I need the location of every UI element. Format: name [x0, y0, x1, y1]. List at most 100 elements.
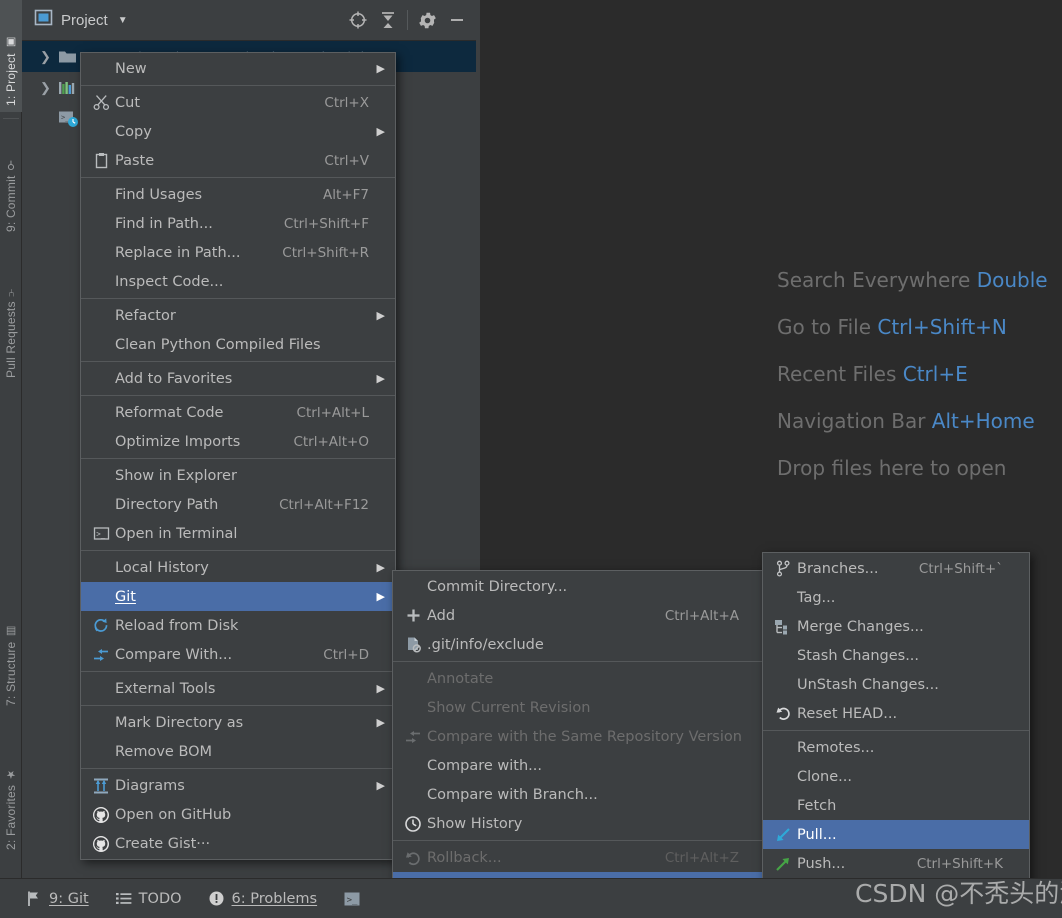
- menu-item-label: Clean Python Compiled Files: [115, 336, 321, 353]
- menu-item-paste[interactable]: Paste Ctrl+V: [81, 146, 395, 175]
- status-bar-label: TODO: [138, 890, 182, 907]
- menu-item-directory-path[interactable]: Directory Path Ctrl+Alt+F12: [81, 490, 395, 519]
- menu-item-remove-bom[interactable]: Remove BOM: [81, 737, 395, 766]
- menu-item-show-history[interactable]: Show History: [393, 809, 765, 838]
- menu-item-fetch[interactable]: Fetch: [763, 791, 1029, 820]
- status-bar-item-terminal[interactable]: >_: [343, 890, 362, 908]
- hint-key: Double: [976, 268, 1048, 292]
- menu-item-find-in-path[interactable]: Find in Path... Ctrl+Shift+F: [81, 209, 395, 238]
- menu-item-label: Stash Changes...: [797, 647, 920, 664]
- menu-item-remotes[interactable]: Remotes...: [763, 733, 1029, 762]
- sidebar-item-pull-requests[interactable]: Pull Requests ⑂: [0, 262, 22, 384]
- hint-label: Recent Files: [777, 362, 897, 386]
- menu-item-compare-with[interactable]: Compare With... Ctrl+D: [81, 640, 395, 669]
- menu-item-optimize-imports[interactable]: Optimize Imports Ctrl+Alt+O: [81, 427, 395, 456]
- menu-item-pull[interactable]: Pull...: [763, 820, 1029, 849]
- menu-item-accelerator: Ctrl+D: [323, 646, 369, 663]
- menu-item-label: Remotes...: [797, 739, 875, 756]
- tool-window-strip: 1: Project ▣ 9: Commit ⚲ Pull Requests ⑂…: [0, 0, 22, 918]
- menu-item-label: Copy: [115, 123, 152, 140]
- chevron-down-icon[interactable]: ▼: [118, 15, 128, 26]
- status-bar-item-git[interactable]: 9: Git: [26, 890, 89, 907]
- status-bar-item-todo[interactable]: TODO: [115, 890, 182, 907]
- chevron-right-icon[interactable]: ❯: [40, 80, 58, 96]
- menu-item-compare-with-dialog[interactable]: Compare with...: [393, 751, 765, 780]
- gear-icon[interactable]: [412, 5, 442, 35]
- menu-item-reformat-code[interactable]: Reformat Code Ctrl+Alt+L: [81, 398, 395, 427]
- menu-item-label: Compare with Branch...: [427, 786, 598, 803]
- menu-separator: [81, 458, 395, 459]
- menu-item-open-in-terminal[interactable]: >_ Open in Terminal: [81, 519, 395, 548]
- menu-item-diagrams[interactable]: Diagrams ▶: [81, 771, 395, 800]
- menu-separator: [81, 395, 395, 396]
- sidebar-item-project[interactable]: 1: Project ▣: [0, 0, 22, 112]
- submenu-arrow-icon: ▶: [376, 779, 385, 792]
- menu-item-label: Pull...: [797, 826, 837, 843]
- menu-item-inspect-code[interactable]: Inspect Code...: [81, 267, 395, 296]
- menu-item-label: Reload from Disk: [115, 617, 239, 634]
- menu-item-clean-python-compiled-files[interactable]: Clean Python Compiled Files: [81, 330, 395, 359]
- menu-item-copy[interactable]: Copy ▶: [81, 117, 395, 146]
- menu-item-unstash-changes[interactable]: UnStash Changes...: [763, 670, 1029, 699]
- scratches-icon: >_: [58, 110, 82, 128]
- menu-item-label: Find in Path...: [115, 215, 213, 232]
- menu-item-accelerator: Ctrl+Alt+L: [296, 404, 369, 421]
- menu-item-refactor[interactable]: Refactor ▶: [81, 301, 395, 330]
- menu-item-label: Compare With...: [115, 646, 233, 663]
- sidebar-item-favorites[interactable]: 2: Favorites ★: [0, 740, 22, 856]
- menu-item-external-tools[interactable]: External Tools ▶: [81, 674, 395, 703]
- menu-item-reload-from-disk[interactable]: Reload from Disk: [81, 611, 395, 640]
- menu-item-label: Open on GitHub: [115, 806, 232, 823]
- menu-item-compare-with-branch[interactable]: Compare with Branch...: [393, 780, 765, 809]
- menu-item-add-to-favorites[interactable]: Add to Favorites ▶: [81, 364, 395, 393]
- menu-item-merge-changes[interactable]: Merge Changes...: [763, 612, 1029, 641]
- menu-item-add[interactable]: Add Ctrl+Alt+A: [393, 601, 765, 630]
- chevron-right-icon[interactable]: ❯: [40, 49, 58, 65]
- menu-separator: [81, 671, 395, 672]
- submenu-arrow-icon: ▶: [376, 716, 385, 729]
- menu-item-mark-directory-as[interactable]: Mark Directory as ▶: [81, 708, 395, 737]
- menu-item-label: Clone...: [797, 768, 852, 785]
- menu-item-label: Merge Changes...: [797, 618, 924, 635]
- sidebar-item-commit[interactable]: 9: Commit ⚲: [0, 126, 22, 238]
- menu-item-label: Commit Directory...: [427, 578, 568, 595]
- menu-item-commit-directory[interactable]: Commit Directory...: [393, 572, 765, 601]
- menu-item-accelerator: Ctrl+Alt+F12: [279, 496, 369, 513]
- menu-item-local-history[interactable]: Local History ▶: [81, 553, 395, 582]
- menu-item-push[interactable]: Push... Ctrl+Shift+K: [763, 849, 1029, 878]
- reload-icon: [87, 617, 115, 635]
- collapse-all-icon[interactable]: [373, 5, 403, 35]
- menu-item-find-usages[interactable]: Find Usages Alt+F7: [81, 180, 395, 209]
- menu-item-label: Directory Path: [115, 496, 219, 513]
- menu-item-git[interactable]: Git ▶: [81, 582, 395, 611]
- menu-item-label: Branches...: [797, 560, 879, 577]
- submenu-arrow-icon: ▶: [376, 125, 385, 138]
- menu-item-clone[interactable]: Clone...: [763, 762, 1029, 791]
- menu-item-new[interactable]: New ▶: [81, 54, 395, 83]
- menu-item-open-on-github[interactable]: Open on GitHub: [81, 800, 395, 829]
- github-icon: [87, 806, 115, 824]
- github-icon: [87, 835, 115, 853]
- editor-shortcut-hints: Search Everywhere Double Go to File Ctrl…: [777, 268, 1048, 503]
- menu-item-tag[interactable]: Tag...: [763, 583, 1029, 612]
- menu-item-stash-changes[interactable]: Stash Changes...: [763, 641, 1029, 670]
- rollback-icon: [399, 849, 427, 867]
- menu-item-show-in-explorer[interactable]: Show in Explorer: [81, 461, 395, 490]
- menu-item-reset-head[interactable]: Reset HEAD...: [763, 699, 1029, 728]
- problems-icon: [208, 890, 225, 907]
- plus-icon: [399, 607, 427, 624]
- sidebar-item-structure[interactable]: 7: Structure ▤: [0, 600, 22, 712]
- hint-key: Ctrl+E: [902, 362, 968, 386]
- hint-row: Recent Files Ctrl+E: [777, 362, 1048, 386]
- hint-key: Alt+Home: [931, 409, 1035, 433]
- status-bar-item-problems[interactable]: 6: Problems: [208, 890, 317, 907]
- minimize-icon[interactable]: [442, 5, 472, 35]
- menu-item-cut[interactable]: Cut Ctrl+X: [81, 88, 395, 117]
- menu-item-create-gist[interactable]: Create Gist···: [81, 829, 395, 858]
- locate-target-icon[interactable]: [343, 5, 373, 35]
- menu-item-git-info-exclude[interactable]: .git/info/exclude: [393, 630, 765, 659]
- menu-item-rollback: Rollback... Ctrl+Alt+Z: [393, 843, 765, 872]
- menu-item-label: Remove BOM: [115, 743, 213, 760]
- menu-item-replace-in-path[interactable]: Replace in Path... Ctrl+Shift+R: [81, 238, 395, 267]
- menu-item-branches[interactable]: Branches... Ctrl+Shift+`: [763, 554, 1029, 583]
